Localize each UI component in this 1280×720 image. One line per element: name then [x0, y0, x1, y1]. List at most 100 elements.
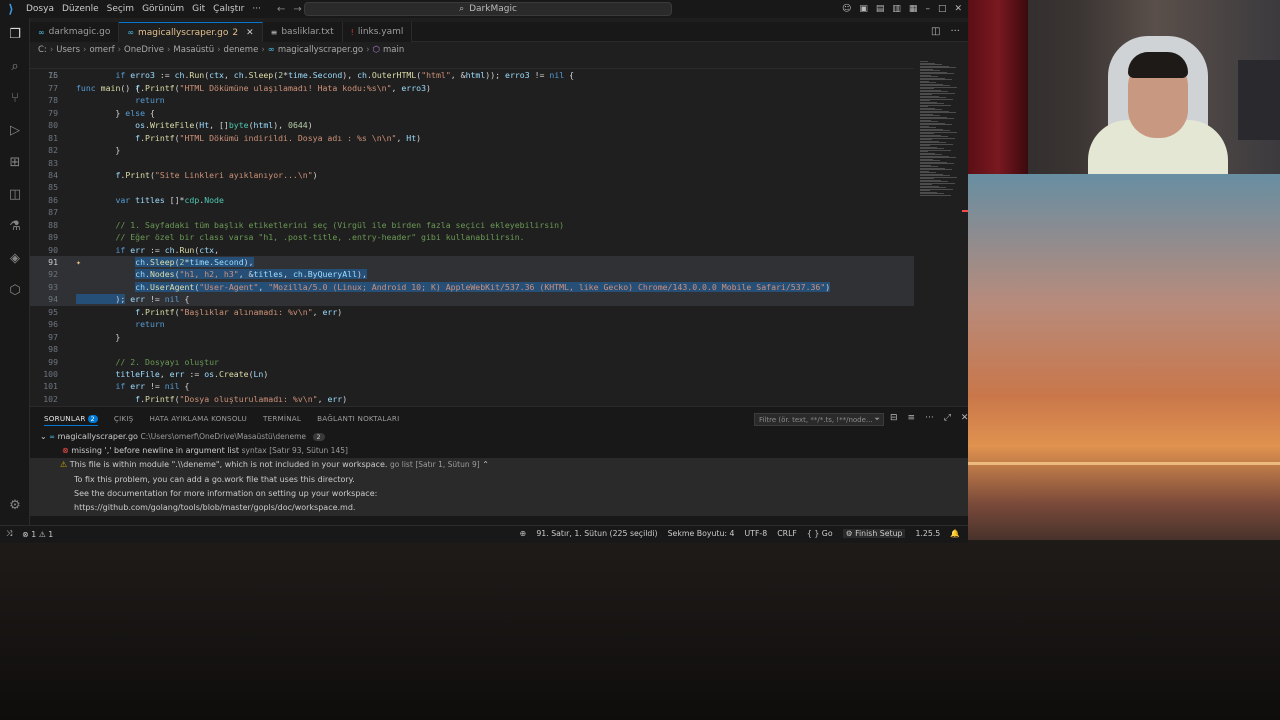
- menu-run[interactable]: Çalıştır: [213, 4, 244, 14]
- warning-link[interactable]: https://github.com/golang/tools/blob/mas…: [74, 503, 355, 512]
- sticky-scroll-line[interactable]: 15 func main() {: [30, 57, 914, 93]
- more-actions-icon[interactable]: ···: [950, 26, 960, 37]
- back-arrow-icon[interactable]: ←: [277, 4, 285, 15]
- tab-ports[interactable]: BAĞLANTI NOKTALARI: [317, 414, 399, 426]
- code-line[interactable]: 84 f.Print("Site Linkleri ayıklanıyor...…: [30, 169, 914, 181]
- breadcrumb-item[interactable]: Users: [56, 45, 80, 55]
- tab-terminal[interactable]: TERMİNAL: [263, 414, 301, 426]
- code-line[interactable]: 99 // 2. Dosyayı oluştur: [30, 356, 914, 368]
- code-line[interactable]: 78 return: [30, 94, 914, 106]
- code-line[interactable]: 97 }: [30, 331, 914, 343]
- menu-selection[interactable]: Seçim: [107, 4, 134, 14]
- close-tab-icon[interactable]: ✕: [246, 28, 254, 38]
- python-icon[interactable]: ◈: [0, 242, 30, 274]
- code-line[interactable]: 98: [30, 343, 914, 355]
- code-line[interactable]: 80 os.WriteFile(Ht, []byte(html), 0644): [30, 119, 914, 131]
- toggle-panel-icon[interactable]: ▥: [892, 4, 901, 14]
- maximize-panel-icon[interactable]: ⤢: [944, 413, 951, 423]
- code-line[interactable]: 102 f.Printf("Dosya oluşturulamadı: %v\n…: [30, 393, 914, 405]
- chevron-up-icon[interactable]: ⌃: [482, 460, 489, 469]
- tab-darkmagic[interactable]: ∞ darkmagic.go: [30, 22, 120, 42]
- code-line[interactable]: 79 } else {: [30, 107, 914, 119]
- problem-file-row[interactable]: ⌄ ∞ magicallyscraper.go C:\Users\omerf\O…: [40, 432, 325, 441]
- code-line[interactable]: 86 var titles []*cdp.Node: [30, 194, 914, 206]
- maximize-icon[interactable]: □: [938, 4, 947, 14]
- code-line[interactable]: 83: [30, 157, 914, 169]
- code-line[interactable]: 87: [30, 206, 914, 218]
- source-control-icon[interactable]: ⑂: [0, 82, 30, 114]
- breadcrumb-item[interactable]: omerf: [89, 45, 114, 55]
- code-editor[interactable]: 15 func main() { 76 if erro3 := ch.Run(c…: [30, 57, 914, 406]
- code-line[interactable]: 77 f.Printf("HTML Dökümüne ulaşılamadı! …: [30, 82, 914, 94]
- code-line[interactable]: 81 f.Printf("HTML Dökümü indirildi. Dosy…: [30, 132, 914, 144]
- search-view-icon[interactable]: ⌕: [0, 50, 30, 82]
- run-debug-icon[interactable]: ▷: [0, 114, 30, 146]
- close-window-icon[interactable]: ✕: [954, 4, 962, 14]
- filter-icon[interactable]: ⏷: [874, 415, 880, 424]
- bell-icon[interactable]: 🔔: [950, 529, 960, 538]
- indentation[interactable]: Sekme Boyutu: 4: [668, 529, 735, 538]
- code-line[interactable]: 82 }: [30, 144, 914, 156]
- copilot-icon[interactable]: ☺: [842, 4, 851, 14]
- tab-magicallyscraper[interactable]: ∞ magicallyscraper.go 2 ✕: [119, 22, 263, 42]
- settings-gear-icon[interactable]: ⚙: [0, 489, 30, 521]
- breadcrumb-item[interactable]: magicallyscraper.go: [278, 45, 363, 55]
- collapse-all-icon[interactable]: ⊟: [890, 413, 898, 423]
- problems-status[interactable]: ⊗ 1 ⚠ 1: [22, 530, 53, 539]
- code-line[interactable]: 96 return: [30, 318, 914, 330]
- code-line[interactable]: 76 if erro3 := ch.Run(ctx, ch.Sleep(2*ti…: [30, 69, 914, 81]
- tab-basliklar[interactable]: ≡ basliklar.txt: [262, 22, 343, 42]
- code-line[interactable]: 95 f.Printf("Başlıklar alınamadı: %v\n",…: [30, 306, 914, 318]
- language-mode[interactable]: { } Go: [807, 529, 833, 538]
- breadcrumb-item[interactable]: OneDrive: [124, 45, 164, 55]
- code-line[interactable]: 91 ch.Sleep(2*time.Second), ✦: [30, 256, 914, 269]
- code-line[interactable]: 93 ch.UserAgent("User-Agent", "Mozilla/5…: [30, 280, 914, 294]
- encoding[interactable]: UTF-8: [744, 529, 767, 538]
- toggle-sidebar-icon[interactable]: ▤: [876, 4, 885, 14]
- layout-icon[interactable]: ▣: [859, 4, 868, 14]
- toggle-secondary-icon[interactable]: ▦: [909, 4, 918, 14]
- tab-output[interactable]: ÇIKIŞ: [114, 414, 134, 426]
- menu-more[interactable]: ···: [252, 4, 261, 14]
- testing-icon[interactable]: ⚗: [0, 210, 30, 242]
- containers-icon[interactable]: ⬡: [0, 274, 30, 306]
- forward-arrow-icon[interactable]: →: [293, 4, 301, 15]
- menu-go[interactable]: Git: [192, 4, 205, 14]
- split-editor-icon[interactable]: ◫: [931, 26, 940, 37]
- tab-problems[interactable]: SORUNLAR 2: [44, 414, 98, 426]
- remote-explorer-icon[interactable]: ◫: [0, 178, 30, 210]
- go-version[interactable]: 1.25.5: [915, 529, 940, 538]
- extensions-icon[interactable]: ⊞: [0, 146, 30, 178]
- code-line[interactable]: 89 // Eğer özel bir class varsa "h1, .po…: [30, 231, 914, 243]
- more-actions-icon[interactable]: ···: [925, 413, 934, 423]
- breadcrumb-item[interactable]: main: [383, 45, 404, 55]
- code-line[interactable]: 94 ); err != nil {: [30, 293, 914, 306]
- zoom-icon[interactable]: ⊕: [520, 529, 527, 538]
- explorer-icon[interactable]: ❐: [0, 18, 30, 50]
- problems-filter-input[interactable]: Filtre (ör. text, **/*.ts, !**/node... ⏷: [754, 413, 884, 426]
- minimize-icon[interactable]: –: [925, 4, 930, 14]
- breadcrumb-item[interactable]: deneme: [224, 45, 259, 55]
- code-line[interactable]: 85: [30, 181, 914, 193]
- tab-debug-console[interactable]: HATA AYIKLAMA KONSOLU: [149, 414, 247, 426]
- code-line[interactable]: 101 if err != nil {: [30, 380, 914, 392]
- code-line[interactable]: 100 titleFile, err := os.Create(Ln): [30, 368, 914, 380]
- code-line[interactable]: 90 if err := ch.Run(ctx,: [30, 244, 914, 256]
- view-as-table-icon[interactable]: ≡: [908, 413, 916, 423]
- breadcrumb-item[interactable]: C:: [38, 45, 47, 55]
- code-line[interactable]: 92 ch.Nodes("h1, h2, h3", &titles, ch.By…: [30, 268, 914, 281]
- menu-file[interactable]: Dosya: [26, 4, 54, 14]
- code-line[interactable]: 88 // 1. Sayfadaki tüm başlık etiketleri…: [30, 219, 914, 231]
- menu-edit[interactable]: Düzenle: [62, 4, 99, 14]
- close-panel-icon[interactable]: ✕: [961, 413, 969, 423]
- menu-view[interactable]: Görünüm: [142, 4, 184, 14]
- cursor-position[interactable]: 91. Satır, 1. Sütun (225 seçildi): [536, 529, 657, 538]
- command-center[interactable]: ⌕ DarkMagic: [304, 2, 672, 16]
- problem-warning-row[interactable]: ⚠ This file is within module ".\\deneme"…: [60, 460, 489, 469]
- lightbulb-icon[interactable]: ✦: [76, 256, 81, 268]
- line-endings[interactable]: CRLF: [777, 529, 797, 538]
- problem-error-row[interactable]: ⊗ missing ',' before newline in argument…: [62, 446, 348, 455]
- minimap[interactable]: [914, 57, 968, 406]
- breadcrumb-item[interactable]: Masaüstü: [173, 45, 214, 55]
- tab-links[interactable]: ! links.yaml: [342, 22, 413, 42]
